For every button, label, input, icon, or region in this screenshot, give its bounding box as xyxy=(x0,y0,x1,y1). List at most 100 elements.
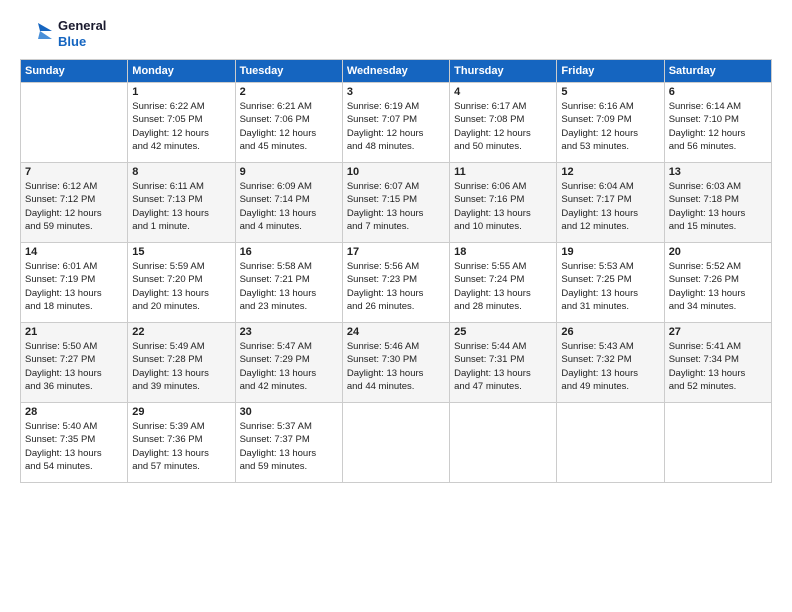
day-number: 25 xyxy=(454,326,552,338)
day-number: 15 xyxy=(132,246,230,258)
day-number: 30 xyxy=(240,406,338,418)
logo: GeneralBlue xyxy=(20,18,106,49)
cell-content: Sunrise: 5:58 AMSunset: 7:21 PMDaylight:… xyxy=(240,260,338,313)
cell-content: Sunrise: 6:17 AMSunset: 7:08 PMDaylight:… xyxy=(454,100,552,153)
day-number: 21 xyxy=(25,326,123,338)
cell-content: Sunrise: 5:39 AMSunset: 7:36 PMDaylight:… xyxy=(132,420,230,473)
cell-content: Sunrise: 6:11 AMSunset: 7:13 PMDaylight:… xyxy=(132,180,230,233)
col-header-thursday: Thursday xyxy=(450,60,557,83)
cell-3-1: 15 Sunrise: 5:59 AMSunset: 7:20 PMDayligh… xyxy=(128,243,235,323)
cell-content: Sunrise: 5:47 AMSunset: 7:29 PMDaylight:… xyxy=(240,340,338,393)
cell-content: Sunrise: 5:40 AMSunset: 7:35 PMDaylight:… xyxy=(25,420,123,473)
day-number: 16 xyxy=(240,246,338,258)
week-row-3: 14 Sunrise: 6:01 AMSunset: 7:19 PMDayligh… xyxy=(21,243,772,323)
cell-5-6 xyxy=(664,403,771,483)
col-header-monday: Monday xyxy=(128,60,235,83)
day-number: 20 xyxy=(669,246,767,258)
cell-5-4 xyxy=(450,403,557,483)
cell-content: Sunrise: 6:14 AMSunset: 7:10 PMDaylight:… xyxy=(669,100,767,153)
col-header-friday: Friday xyxy=(557,60,664,83)
cell-3-0: 14 Sunrise: 6:01 AMSunset: 7:19 PMDayligh… xyxy=(21,243,128,323)
cell-5-3 xyxy=(342,403,449,483)
cell-content: Sunrise: 5:41 AMSunset: 7:34 PMDaylight:… xyxy=(669,340,767,393)
day-number: 17 xyxy=(347,246,445,258)
day-number: 5 xyxy=(561,86,659,98)
day-number: 18 xyxy=(454,246,552,258)
day-number: 13 xyxy=(669,166,767,178)
cell-2-2: 9Sunrise: 6:09 AMSunset: 7:14 PMDaylight… xyxy=(235,163,342,243)
cell-1-3: 3 Sunrise: 6:19 AMSunset: 7:07 PMDaylight… xyxy=(342,83,449,163)
cell-4-2: 23 Sunrise: 5:47 AMSunset: 7:29 PMDayligh… xyxy=(235,323,342,403)
cell-content: Sunrise: 6:19 AMSunset: 7:07 PMDaylight:… xyxy=(347,100,445,153)
week-row-4: 21 Sunrise: 5:50 AMSunset: 7:27 PMDayligh… xyxy=(21,323,772,403)
week-row-5: 28 Sunrise: 5:40 AMSunset: 7:35 PMDayligh… xyxy=(21,403,772,483)
cell-1-6: 6 Sunrise: 6:14 AMSunset: 7:10 PMDaylight… xyxy=(664,83,771,163)
header-row: SundayMondayTuesdayWednesdayThursdayFrid… xyxy=(21,60,772,83)
day-number: 8 xyxy=(132,166,230,178)
day-number: 12 xyxy=(561,166,659,178)
cell-4-0: 21 Sunrise: 5:50 AMSunset: 7:27 PMDayligh… xyxy=(21,323,128,403)
cell-4-1: 22 Sunrise: 5:49 AMSunset: 7:28 PMDayligh… xyxy=(128,323,235,403)
cell-content: Sunrise: 6:12 AMSunset: 7:12 PMDaylight:… xyxy=(25,180,123,233)
cell-2-1: 8 Sunrise: 6:11 AMSunset: 7:13 PMDaylight… xyxy=(128,163,235,243)
cell-4-5: 26Sunrise: 5:43 AMSunset: 7:32 PMDayligh… xyxy=(557,323,664,403)
day-number: 9 xyxy=(240,166,338,178)
day-number: 28 xyxy=(25,406,123,418)
cell-content: Sunrise: 5:46 AMSunset: 7:30 PMDaylight:… xyxy=(347,340,445,393)
cell-content: Sunrise: 5:49 AMSunset: 7:28 PMDaylight:… xyxy=(132,340,230,393)
cell-content: Sunrise: 6:06 AMSunset: 7:16 PMDaylight:… xyxy=(454,180,552,233)
cell-content: Sunrise: 6:21 AMSunset: 7:06 PMDaylight:… xyxy=(240,100,338,153)
day-number: 19 xyxy=(561,246,659,258)
day-number: 7 xyxy=(25,166,123,178)
cell-3-2: 16 Sunrise: 5:58 AMSunset: 7:21 PMDayligh… xyxy=(235,243,342,323)
cell-3-5: 19 Sunrise: 5:53 AMSunset: 7:25 PMDayligh… xyxy=(557,243,664,323)
page: GeneralBlue SundayMondayTuesdayWednesday… xyxy=(0,0,792,495)
cell-1-1: 1 Sunrise: 6:22 AMSunset: 7:05 PMDaylight… xyxy=(128,83,235,163)
day-number: 10 xyxy=(347,166,445,178)
day-number: 3 xyxy=(347,86,445,98)
day-number: 11 xyxy=(454,166,552,178)
cell-5-0: 28 Sunrise: 5:40 AMSunset: 7:35 PMDayligh… xyxy=(21,403,128,483)
cell-2-5: 12 Sunrise: 6:04 AMSunset: 7:17 PMDayligh… xyxy=(557,163,664,243)
cell-content: Sunrise: 5:56 AMSunset: 7:23 PMDaylight:… xyxy=(347,260,445,313)
cell-content: Sunrise: 6:07 AMSunset: 7:15 PMDaylight:… xyxy=(347,180,445,233)
cell-3-3: 17 Sunrise: 5:56 AMSunset: 7:23 PMDayligh… xyxy=(342,243,449,323)
cell-2-3: 10 Sunrise: 6:07 AMSunset: 7:15 PMDayligh… xyxy=(342,163,449,243)
cell-3-4: 18 Sunrise: 5:55 AMSunset: 7:24 PMDayligh… xyxy=(450,243,557,323)
day-number: 27 xyxy=(669,326,767,338)
cell-1-4: 4Sunrise: 6:17 AMSunset: 7:08 PMDaylight… xyxy=(450,83,557,163)
cell-content: Sunrise: 5:50 AMSunset: 7:27 PMDaylight:… xyxy=(25,340,123,393)
day-number: 22 xyxy=(132,326,230,338)
cell-4-3: 24 Sunrise: 5:46 AMSunset: 7:30 PMDayligh… xyxy=(342,323,449,403)
cell-3-6: 20 Sunrise: 5:52 AMSunset: 7:26 PMDayligh… xyxy=(664,243,771,323)
day-number: 24 xyxy=(347,326,445,338)
cell-content: Sunrise: 5:55 AMSunset: 7:24 PMDaylight:… xyxy=(454,260,552,313)
cell-content: Sunrise: 5:37 AMSunset: 7:37 PMDaylight:… xyxy=(240,420,338,473)
cell-content: Sunrise: 6:16 AMSunset: 7:09 PMDaylight:… xyxy=(561,100,659,153)
cell-4-6: 27 Sunrise: 5:41 AMSunset: 7:34 PMDayligh… xyxy=(664,323,771,403)
cell-content: Sunrise: 5:44 AMSunset: 7:31 PMDaylight:… xyxy=(454,340,552,393)
day-number: 29 xyxy=(132,406,230,418)
cell-content: Sunrise: 5:53 AMSunset: 7:25 PMDaylight:… xyxy=(561,260,659,313)
day-number: 2 xyxy=(240,86,338,98)
day-number: 23 xyxy=(240,326,338,338)
cell-content: Sunrise: 5:52 AMSunset: 7:26 PMDaylight:… xyxy=(669,260,767,313)
day-number: 14 xyxy=(25,246,123,258)
cell-1-5: 5 Sunrise: 6:16 AMSunset: 7:09 PMDaylight… xyxy=(557,83,664,163)
week-row-2: 7 Sunrise: 6:12 AMSunset: 7:12 PMDaylight… xyxy=(21,163,772,243)
col-header-saturday: Saturday xyxy=(664,60,771,83)
cell-2-6: 13Sunrise: 6:03 AMSunset: 7:18 PMDayligh… xyxy=(664,163,771,243)
cell-content: Sunrise: 6:01 AMSunset: 7:19 PMDaylight:… xyxy=(25,260,123,313)
day-number: 1 xyxy=(132,86,230,98)
cell-content: Sunrise: 6:22 AMSunset: 7:05 PMDaylight:… xyxy=(132,100,230,153)
logo-blue: Blue xyxy=(58,34,106,50)
cell-5-1: 29 Sunrise: 5:39 AMSunset: 7:36 PMDayligh… xyxy=(128,403,235,483)
cell-4-4: 25 Sunrise: 5:44 AMSunset: 7:31 PMDayligh… xyxy=(450,323,557,403)
day-number: 6 xyxy=(669,86,767,98)
cell-content: Sunrise: 5:59 AMSunset: 7:20 PMDaylight:… xyxy=(132,260,230,313)
cell-5-2: 30 Sunrise: 5:37 AMSunset: 7:37 PMDayligh… xyxy=(235,403,342,483)
calendar-table: SundayMondayTuesdayWednesdayThursdayFrid… xyxy=(20,59,772,483)
cell-content: Sunrise: 6:04 AMSunset: 7:17 PMDaylight:… xyxy=(561,180,659,233)
cell-content: Sunrise: 5:43 AMSunset: 7:32 PMDaylight:… xyxy=(561,340,659,393)
header: GeneralBlue xyxy=(20,18,772,49)
